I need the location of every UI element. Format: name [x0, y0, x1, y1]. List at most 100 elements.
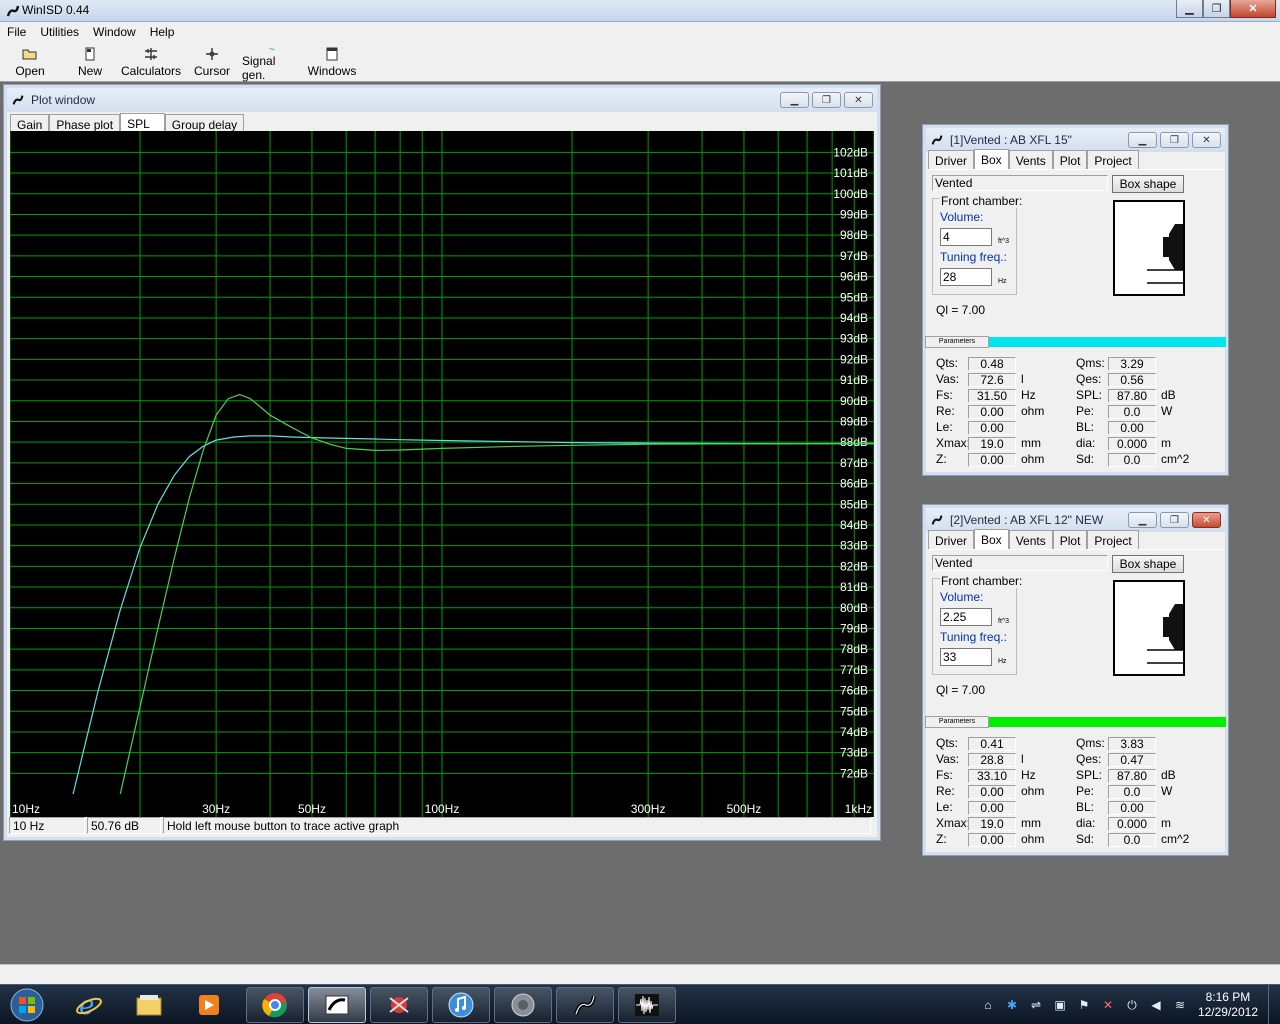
tab-driver[interactable]: Driver	[928, 150, 974, 169]
param-label: Le:	[936, 800, 953, 814]
windows-taskbar: e ⌂ ✱ ⇌ ▣ ⚑ ✕ ⏻ ◀ ≋ 8:16 PM 12/29/2012	[0, 984, 1280, 1024]
menu-file[interactable]: File	[0, 22, 33, 42]
param-unit: l	[1021, 752, 1024, 766]
param-label: Vas:	[936, 752, 960, 766]
box-type-select[interactable]: Vented	[932, 175, 1108, 191]
parameters-strip: Parameters	[925, 336, 1226, 348]
param-value: 19.0	[968, 437, 1016, 451]
param-value: 0.0	[1108, 453, 1156, 467]
box-shape-button[interactable]: Box shape	[1112, 175, 1184, 193]
minimize-button[interactable]: ▁	[1176, 0, 1203, 18]
taskbar-winisd-tool[interactable]	[308, 987, 366, 1023]
front-chamber-label: Front chamber:	[940, 194, 1024, 208]
taskbar-audio-editor[interactable]	[618, 987, 676, 1023]
param-label: Fs:	[936, 388, 953, 402]
tab-box[interactable]: Box	[974, 149, 1009, 170]
param-value: 87.80	[1108, 769, 1156, 783]
plot-minimize-button[interactable]: ▁	[780, 92, 809, 108]
param-label: SPL:	[1076, 388, 1103, 402]
tab-vents[interactable]: Vents	[1008, 530, 1053, 549]
winisd-tool-icon	[325, 995, 349, 1015]
usb-icon[interactable]: ⇌	[1028, 997, 1044, 1013]
param-value: 0.56	[1108, 373, 1156, 387]
internet-explorer-icon: e	[76, 991, 102, 1020]
driver-restore-button[interactable]: ❐	[1160, 132, 1189, 148]
taskbar-internet-explorer[interactable]: e	[60, 987, 118, 1023]
driver-minimize-button[interactable]: ▁	[1128, 512, 1157, 528]
menu-help[interactable]: Help	[143, 22, 182, 42]
parameters-tab[interactable]: Parameters	[925, 716, 989, 728]
calculators-button[interactable]: Calculators	[120, 42, 182, 82]
taskbar-speaker[interactable]	[494, 987, 552, 1023]
bluetooth-icon[interactable]: ✱	[1004, 997, 1020, 1013]
tab-plot[interactable]: Plot	[1052, 150, 1088, 169]
plot-close-button[interactable]: ✕	[844, 92, 873, 108]
driver-restore-button[interactable]: ❐	[1160, 512, 1189, 528]
display-icon[interactable]: ▣	[1052, 997, 1068, 1013]
menu-utilities[interactable]: Utilities	[33, 22, 86, 42]
driver-tabs: Driver Box Vents Plot Project	[928, 149, 1139, 170]
media-player-icon	[199, 995, 219, 1015]
start-button[interactable]	[4, 987, 50, 1023]
y-tick-label: 95dB	[840, 290, 868, 304]
new-button[interactable]: New	[60, 42, 120, 82]
volume-input[interactable]: 4	[940, 228, 992, 246]
driver-minimize-button[interactable]: ▁	[1128, 132, 1157, 148]
tab-box[interactable]: Box	[974, 529, 1009, 550]
tab-project[interactable]: Project	[1087, 530, 1139, 549]
y-tick-label: 72dB	[840, 766, 868, 780]
y-tick-label: 75dB	[840, 704, 868, 718]
windows-button[interactable]: Windows	[302, 42, 362, 82]
power-icon[interactable]: ⏻	[1124, 997, 1140, 1013]
taskbar-media-player[interactable]	[180, 987, 238, 1023]
app-status-strip	[0, 964, 1280, 984]
taskbar-winisd[interactable]	[556, 987, 614, 1023]
param-unit: mm	[1021, 436, 1041, 450]
status-frequency: 10 Hz	[9, 817, 85, 834]
taskbar-solitaire[interactable]	[370, 987, 428, 1023]
box-type-select[interactable]: Vented	[932, 555, 1108, 571]
box-shape-button[interactable]: Box shape	[1112, 555, 1184, 573]
tab-driver[interactable]: Driver	[928, 530, 974, 549]
y-tick-label: 85dB	[840, 497, 868, 511]
taskbar-explorer[interactable]	[120, 987, 178, 1023]
param-label: Re:	[936, 784, 955, 798]
driver-close-button[interactable]: ✕	[1192, 512, 1221, 528]
param-label: dia:	[1076, 816, 1096, 830]
tab-plot[interactable]: Plot	[1052, 530, 1088, 549]
driver-close-button[interactable]: ✕	[1192, 132, 1221, 148]
taskbar-itunes[interactable]	[432, 987, 490, 1023]
action-center-icon[interactable]: ✕	[1100, 997, 1116, 1013]
volume-icon[interactable]: ◀	[1148, 997, 1164, 1013]
param-unit: cm^2	[1161, 832, 1190, 846]
parameters-tab[interactable]: Parameters	[925, 336, 989, 348]
tab-vents[interactable]: Vents	[1008, 150, 1053, 169]
clock[interactable]: 8:16 PM 12/29/2012	[1198, 990, 1258, 1020]
spl-plot[interactable]: 72dB 73dB 74dB 75dB 76dB 77dB 78dB 79dB 80dB 81dB…	[10, 131, 874, 817]
restore-button[interactable]: ❐	[1203, 0, 1230, 18]
show-desktop-button[interactable]	[1268, 985, 1280, 1024]
menu-window[interactable]: Window	[86, 22, 143, 42]
plot-restore-button[interactable]: ❐	[812, 92, 841, 108]
open-button[interactable]: Open	[0, 42, 60, 82]
tuning-freq-input[interactable]: 28	[940, 268, 992, 286]
param-value: 0.47	[1108, 753, 1156, 767]
volume-input[interactable]: 2.25	[940, 608, 992, 626]
signal-gen-button[interactable]: Signal gen.	[242, 42, 302, 82]
network-share-icon[interactable]: ⌂	[980, 997, 996, 1013]
y-tick-label: 73dB	[840, 746, 868, 760]
wifi-icon[interactable]: ≋	[1172, 997, 1188, 1013]
flag-icon[interactable]: ⚑	[1076, 997, 1092, 1013]
param-value: 0.00	[968, 833, 1016, 847]
taskbar-chrome[interactable]	[246, 987, 304, 1023]
y-tick-label: 81dB	[840, 580, 868, 594]
menu-bar: File Utilities Window Help	[0, 22, 1280, 42]
close-button[interactable]: ✕	[1230, 0, 1276, 18]
tuning-freq-input[interactable]: 33	[940, 648, 992, 666]
tab-project[interactable]: Project	[1087, 150, 1139, 169]
spl-chart-svg[interactable]: 72dB 73dB 74dB 75dB 76dB 77dB 78dB 79dB 80dB 81dB…	[10, 131, 874, 817]
param-label: SPL:	[1076, 768, 1103, 782]
x-tick-label: 1kHz	[845, 802, 872, 816]
param-label: Qms:	[1076, 356, 1105, 370]
cursor-button[interactable]: Cursor	[182, 42, 242, 82]
